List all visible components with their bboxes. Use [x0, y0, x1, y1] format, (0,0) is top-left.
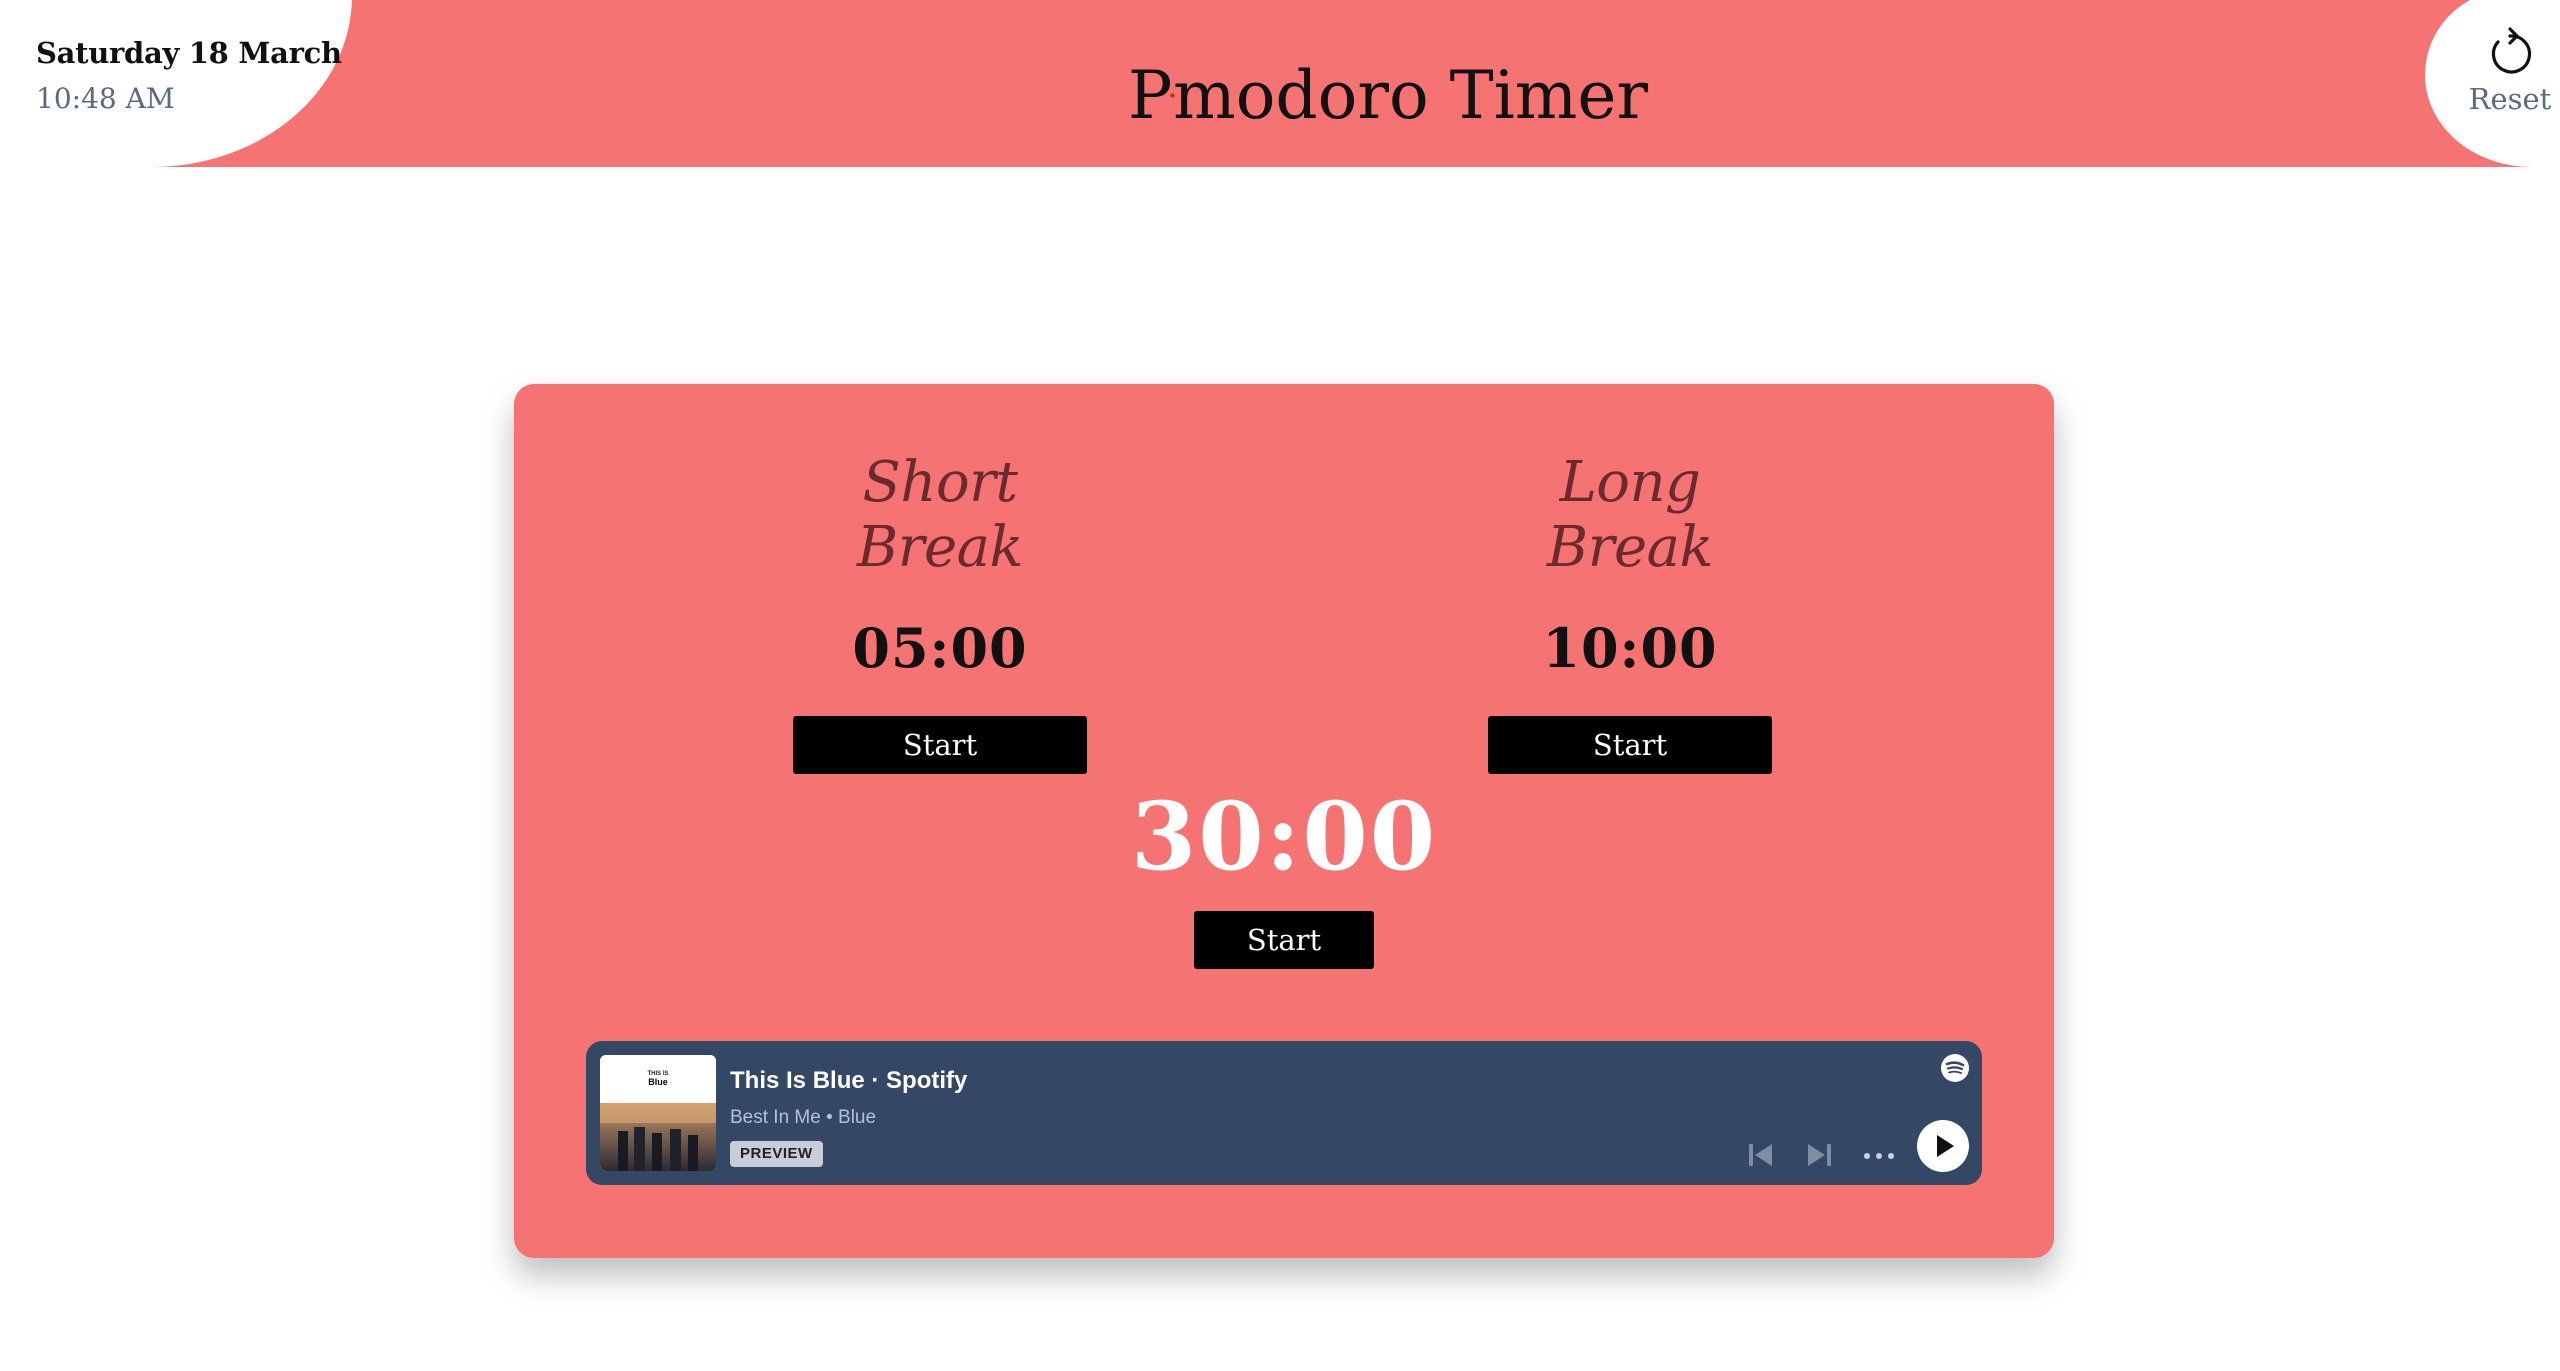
- previous-track-icon[interactable]: [1746, 1141, 1776, 1169]
- spotify-subtitle: Best In Me • Blue: [730, 1107, 877, 1128]
- title-suffix: modoro Timer: [1173, 56, 1648, 134]
- spotify-logo-icon[interactable]: [1940, 1053, 1970, 1083]
- reset-button[interactable]: Reset: [2460, 26, 2560, 132]
- long-break-section: Long Break 10:00 Start: [1480, 450, 1780, 774]
- long-break-start-button[interactable]: Start: [1488, 716, 1772, 774]
- reset-icon: [2491, 27, 2532, 74]
- current-date: Saturday 18 March: [36, 36, 342, 70]
- band-photo: [600, 1103, 716, 1171]
- playlist-cover[interactable]: THIS IS Blue: [600, 1055, 716, 1171]
- pomodoro-start-button[interactable]: Start: [1194, 911, 1374, 969]
- title-prefix: P: [1128, 56, 1173, 134]
- spotify-player: THIS IS Blue This Is Blue · Spotify Best…: [586, 1041, 1982, 1185]
- short-break-start-button[interactable]: Start: [793, 716, 1087, 774]
- app-title: P modoro Timer: [1128, 55, 1648, 135]
- cover-photo: [600, 1103, 716, 1171]
- current-time: 10:48 AM: [36, 82, 175, 115]
- short-break-title: Short Break: [857, 450, 1023, 580]
- cover-big-text: Blue: [648, 1077, 668, 1087]
- more-options-icon[interactable]: [1862, 1151, 1896, 1161]
- short-break-section: Short Break 05:00 Start: [780, 450, 1100, 774]
- preview-badge: PREVIEW: [730, 1141, 823, 1167]
- spotify-title[interactable]: This Is Blue · Spotify: [730, 1067, 967, 1095]
- date-time-block: Saturday 18 March 10:48 AM: [36, 36, 342, 115]
- short-break-time: 05:00: [852, 616, 1028, 680]
- cover-header: THIS IS Blue: [600, 1055, 716, 1103]
- long-break-title: Long Break: [1547, 450, 1713, 580]
- reset-label: Reset: [2468, 82, 2552, 116]
- timer-card: Short Break 05:00 Start Long Break 10:00…: [514, 384, 2054, 1258]
- pomodoro-time: 30:00: [1130, 782, 1438, 892]
- long-break-time: 10:00: [1542, 616, 1718, 680]
- next-track-icon[interactable]: [1804, 1141, 1834, 1169]
- play-icon[interactable]: [1916, 1119, 1970, 1173]
